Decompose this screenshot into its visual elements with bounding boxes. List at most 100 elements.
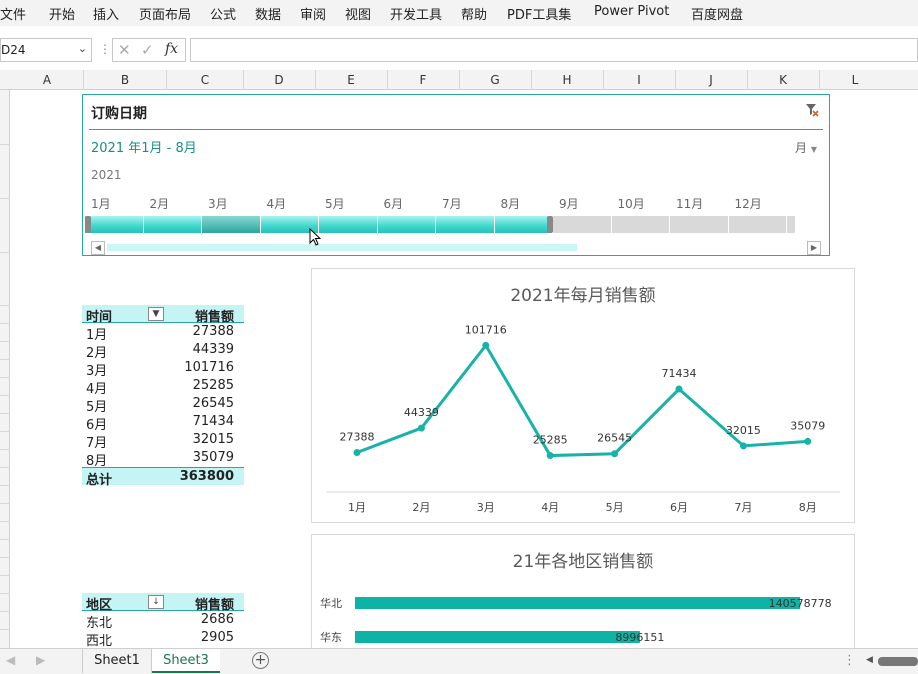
- x-tick-label: 5月: [606, 501, 624, 514]
- menu-pdf-tools[interactable]: PDF工具集: [507, 4, 571, 23]
- pivot-row[interactable]: 6月 71434: [82, 413, 244, 433]
- col-header-a[interactable]: A: [40, 73, 54, 87]
- more-options-icon[interactable]: ⋮: [99, 42, 111, 56]
- timeline-cell[interactable]: [670, 216, 729, 233]
- pivot-row[interactable]: 东北 2686: [82, 611, 244, 631]
- formula-input[interactable]: [190, 38, 918, 62]
- clear-filter-icon[interactable]: [805, 103, 819, 121]
- col-header-j[interactable]: J: [706, 73, 716, 87]
- pivot-row-value: 101716: [184, 360, 234, 375]
- menu-view[interactable]: 视图: [345, 4, 371, 23]
- horizontal-scrollbar-thumb[interactable]: [878, 657, 918, 666]
- menu-help[interactable]: 帮助: [461, 4, 487, 23]
- confirm-icon[interactable]: ✓: [141, 41, 154, 59]
- pivot-row[interactable]: 8月 35079: [82, 449, 244, 469]
- cancel-icon[interactable]: ✕: [118, 41, 131, 59]
- col-header-g[interactable]: G: [488, 73, 502, 87]
- data-label: 25285: [533, 434, 568, 447]
- tab-sheet3[interactable]: Sheet3: [152, 649, 220, 673]
- pivot-row-value: 2905: [200, 630, 234, 645]
- timeline-cell[interactable]: [729, 216, 787, 233]
- formula-controls: ✕ ✓ fx: [112, 38, 186, 62]
- timeline-cell[interactable]: [202, 216, 261, 233]
- hscroll-left-icon[interactable]: ◀: [866, 655, 873, 665]
- timeline-cell[interactable]: [85, 216, 144, 233]
- timeline-month-label: 9月: [559, 197, 579, 211]
- scroll-right-icon[interactable]: ▶: [807, 241, 821, 255]
- menu-review[interactable]: 审阅: [300, 4, 326, 23]
- pivot-row-value: 71434: [192, 414, 234, 429]
- col-header-i[interactable]: I: [634, 73, 644, 87]
- menu-insert[interactable]: 插入: [93, 4, 119, 23]
- menu-page-layout[interactable]: 页面布局: [139, 4, 191, 23]
- add-sheet-icon[interactable]: +: [252, 652, 269, 669]
- chevron-down-icon[interactable]: ⌄: [78, 42, 87, 55]
- time-level-dropdown[interactable]: 月 ▼: [795, 139, 817, 156]
- timeline-month-label: 3月: [208, 197, 228, 211]
- menu-home[interactable]: 开始: [49, 4, 75, 23]
- timeline-cell[interactable]: [377, 216, 436, 233]
- timeline-slicer[interactable]: 订购日期 2021 年1月 - 8月 月 ▼ 2021 1月 2月 3月 4月 5月 6月…: [82, 94, 830, 256]
- data-label: 35079: [790, 419, 825, 432]
- col-header-b[interactable]: B: [118, 73, 132, 87]
- menu-file[interactable]: 文件: [0, 4, 26, 23]
- fx-icon[interactable]: fx: [165, 41, 178, 57]
- data-label: 44339: [404, 406, 439, 419]
- range-start-handle[interactable]: [85, 216, 91, 233]
- pivot-row[interactable]: 西北 2905: [82, 629, 244, 649]
- tab-sheet1[interactable]: Sheet1: [82, 649, 152, 673]
- pivot-row[interactable]: 7月 32015: [82, 431, 244, 451]
- pivot-row[interactable]: 4月 25285: [82, 377, 244, 397]
- timeline-cell[interactable]: [143, 216, 202, 233]
- pivot-table-monthly[interactable]: 时间 ▼ 销售额 1月 27388 2月 44339 3月 101716 4月 25285 5月…: [82, 305, 244, 488]
- menu-baidu-disk[interactable]: 百度网盘: [691, 4, 743, 23]
- x-tick-label: 1月: [348, 501, 366, 514]
- line-chart[interactable]: 2021年每月销售额 27388 1月 44339 2月 101716 3月 25285 4月…: [311, 268, 855, 523]
- scroll-thumb[interactable]: [107, 244, 577, 251]
- slicer-range-label: 2021 年1月 - 8月: [91, 141, 197, 156]
- data-label: 27388: [340, 431, 375, 444]
- col-header-e[interactable]: E: [344, 73, 358, 87]
- timeline-cell[interactable]: [494, 216, 553, 233]
- pivot-row[interactable]: 1月 27388: [82, 323, 244, 343]
- x-tick-label: 3月: [477, 501, 495, 514]
- timeline-track[interactable]: [85, 216, 795, 233]
- menu-data[interactable]: 数据: [255, 4, 281, 23]
- sheet-tab-bar: ◀ ▶ Sheet1 Sheet3 + ⋮ ◀: [0, 648, 918, 674]
- timeline-cell[interactable]: [553, 216, 612, 233]
- pivot-total-label: 总计: [86, 473, 113, 488]
- col-header-d[interactable]: D: [272, 73, 286, 87]
- more-options-icon[interactable]: ⋮: [843, 653, 856, 668]
- pivot-table-region[interactable]: 地区 ↓ 销售额 东北 2686 西北 2905: [82, 593, 244, 649]
- range-end-handle[interactable]: [547, 216, 553, 233]
- timeline-cell[interactable]: [436, 216, 495, 233]
- sort-icon[interactable]: ↓: [148, 595, 164, 609]
- pivot-row[interactable]: 2月 44339: [82, 341, 244, 361]
- timeline-month-label: 11月: [676, 197, 704, 211]
- tab-scroll-left-icon[interactable]: ◀: [6, 653, 15, 667]
- bar-chart[interactable]: 21年各地区销售额 华北 140578778 华东 8996151: [311, 534, 855, 664]
- col-header-h[interactable]: H: [560, 73, 574, 87]
- column-headers: A B C D E F G H I J K L: [0, 70, 918, 90]
- pivot-row[interactable]: 5月 26545: [82, 395, 244, 415]
- pivot-row[interactable]: 3月 101716: [82, 359, 244, 379]
- tab-scroll-right-icon[interactable]: ▶: [36, 653, 45, 667]
- col-header-f[interactable]: F: [416, 73, 430, 87]
- pivot-row-value: 35079: [192, 450, 234, 465]
- scroll-left-icon[interactable]: ◀: [91, 241, 105, 255]
- formula-bar: D24 ⌄ ⋮ ✕ ✓ fx: [0, 36, 918, 64]
- filter-icon[interactable]: ▼: [148, 307, 164, 321]
- col-header-l[interactable]: L: [848, 73, 862, 87]
- name-box[interactable]: D24 ⌄: [0, 38, 92, 62]
- pivot-row-value: 2686: [200, 612, 234, 627]
- timeline-cell[interactable]: [612, 216, 670, 233]
- menu-developer[interactable]: 开发工具: [390, 4, 442, 23]
- menu-formulas[interactable]: 公式: [210, 4, 236, 23]
- row-headers[interactable]: [0, 90, 10, 648]
- col-header-k[interactable]: K: [776, 73, 790, 87]
- timeline-month-label: 2月: [149, 197, 170, 211]
- menu-power-pivot[interactable]: Power Pivot: [594, 4, 669, 19]
- timeline-scrollbar[interactable]: ◀ ▶: [89, 241, 823, 255]
- timeline-cell[interactable]: [319, 216, 378, 233]
- col-header-c[interactable]: C: [198, 73, 212, 87]
